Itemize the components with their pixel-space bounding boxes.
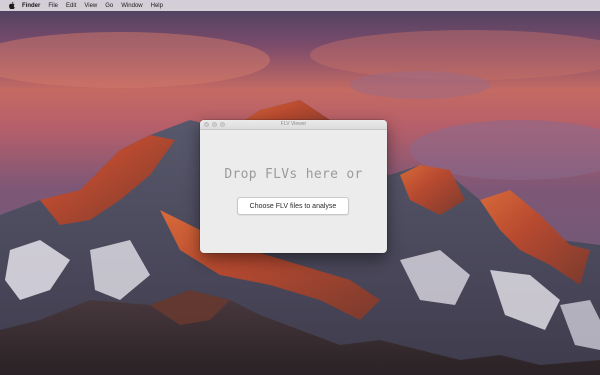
window-titlebar[interactable]: FLV Viewer <box>200 120 387 130</box>
menu-go[interactable]: Go <box>105 3 113 9</box>
menu-bar: Finder File Edit View Go Window Help <box>0 0 600 11</box>
desktop: Finder File Edit View Go Window Help FLV… <box>0 0 600 375</box>
menu-edit[interactable]: Edit <box>66 3 76 9</box>
menu-window[interactable]: Window <box>121 3 142 9</box>
apple-icon[interactable] <box>8 2 16 9</box>
menu-help[interactable]: Help <box>151 3 163 9</box>
flv-viewer-window: FLV Viewer Drop FLVs here or Choose FLV … <box>200 120 387 253</box>
choose-files-button[interactable]: Choose FLV files to analyse <box>237 197 349 215</box>
window-title: FLV Viewer <box>280 121 307 127</box>
drop-zone-text: Drop FLVs here or <box>224 167 363 182</box>
menu-file[interactable]: File <box>48 3 58 9</box>
menu-view[interactable]: View <box>84 3 97 9</box>
menu-finder[interactable]: Finder <box>22 3 40 9</box>
